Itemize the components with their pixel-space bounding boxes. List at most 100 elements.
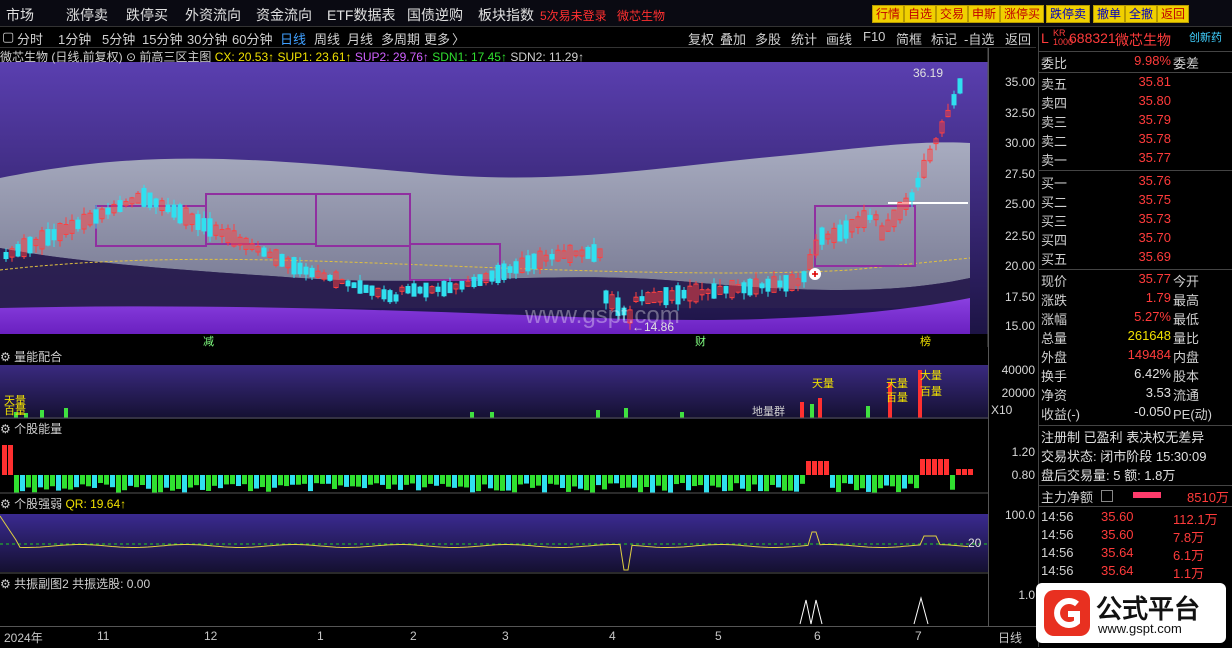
stat-row[interactable]: 涨幅 5.27% 最低: [1041, 309, 1231, 328]
btn-limit-up-buy[interactable]: 涨停买: [1000, 5, 1045, 23]
stat-row[interactable]: 总量 261648 量比: [1041, 328, 1231, 347]
menu-sector-index[interactable]: 板块指数: [478, 5, 534, 25]
info-icon[interactable]: [1101, 490, 1113, 502]
volume-panel[interactable]: ⚙ 量能配合 天量 百量 天量 天量 百量 大量 百量 地量群: [0, 347, 988, 419]
value: 35.81: [1138, 74, 1171, 89]
strength-panel[interactable]: ⚙ 个股强弱 QR: 19.64↑ 20: [0, 494, 988, 574]
energy-bar: [542, 475, 547, 493]
energy-bar: [830, 475, 835, 488]
energy-bar: [920, 459, 925, 475]
candle-body: [759, 283, 765, 289]
panel-title: 个股强弱: [14, 497, 63, 511]
energy-bar: [452, 475, 457, 488]
period-tab[interactable]: 周线: [314, 29, 340, 48]
menu-foreign-flow[interactable]: 外资流向: [185, 5, 241, 25]
menu-repo[interactable]: 国债逆购: [407, 5, 463, 25]
stat-row[interactable]: 净资 3.53 流通: [1041, 385, 1231, 404]
stat-row[interactable]: 收益(-) -0.050 PE(动): [1041, 404, 1231, 423]
label: 卖五: [1041, 77, 1068, 92]
tool-overlay[interactable]: 叠加: [720, 29, 746, 48]
buy-level-row[interactable]: 买一 35.76: [1041, 173, 1231, 192]
btn-apply[interactable]: 申斯: [968, 5, 1001, 23]
btn-trade[interactable]: 交易: [936, 5, 969, 23]
sell-level-row[interactable]: 卖三 35.79: [1041, 112, 1231, 131]
candle-body: [15, 244, 21, 257]
sell-level-row[interactable]: 卖二 35.78: [1041, 131, 1231, 150]
main-chart[interactable]: 微芯生物 (日线,前复权) ⊙ 前高三区主图 CX: 20.53↑ SUP1: …: [0, 48, 988, 348]
gear-icon[interactable]: ⚙: [0, 577, 14, 591]
indicator-selector[interactable]: ⊙ 前高三区主图: [126, 50, 211, 64]
period-tab[interactable]: 分时: [17, 29, 43, 48]
btn-return[interactable]: 返回: [1157, 5, 1190, 23]
btn-watchlist[interactable]: 自选: [904, 5, 937, 23]
energy-bar: [356, 475, 361, 487]
tool-mark[interactable]: 标记: [931, 29, 957, 48]
period-tab[interactable]: 月线: [347, 29, 373, 48]
btn-cancel-order[interactable]: 撤单: [1093, 5, 1126, 23]
btn-cancel-all[interactable]: 全撤: [1125, 5, 1158, 23]
candle-body: [369, 285, 375, 296]
energy-bar: [608, 475, 613, 484]
stat-row[interactable]: 外盘 149484 内盘: [1041, 347, 1231, 366]
energy-bar: [890, 475, 895, 487]
buy-level-row[interactable]: 买四 35.70: [1041, 230, 1231, 249]
chevron-right-icon[interactable]: 〉: [452, 29, 465, 48]
menu-fund-flow[interactable]: 资金流向: [256, 5, 312, 25]
period-tab[interactable]: 60分钟: [232, 29, 272, 48]
period-more[interactable]: 更多: [424, 29, 450, 48]
candle-body: [207, 218, 213, 237]
gear-icon[interactable]: ⚙: [0, 497, 14, 511]
period-tab[interactable]: 1分钟: [58, 29, 91, 48]
tool-draw[interactable]: 画线: [826, 29, 852, 48]
value: 3.53: [1145, 385, 1171, 400]
sector-tag[interactable]: 创新药: [1189, 29, 1222, 45]
volume-bar: [800, 402, 804, 418]
energy-panel[interactable]: ⚙ 个股能量: [0, 419, 988, 494]
period-tab[interactable]: 多周期: [381, 29, 420, 48]
sell-level-row[interactable]: 卖四 35.80: [1041, 93, 1231, 112]
stat-row[interactable]: 换手 6.42% 股本: [1041, 366, 1231, 385]
resonance-panel[interactable]: ⚙ 共振副图2 共振选股: 0.00: [0, 574, 988, 626]
tool-stats[interactable]: 统计: [791, 29, 817, 48]
stat-row[interactable]: 涨跌 1.79 最高: [1041, 290, 1231, 309]
energy-bar: [2, 445, 7, 475]
candle-body: [711, 283, 717, 299]
candle-body: [171, 204, 177, 218]
btn-limit-down-sell[interactable]: 跌停卖: [1046, 5, 1091, 23]
energy-bar: [524, 475, 529, 484]
period-tab[interactable]: 15分钟: [142, 29, 182, 48]
tool-return[interactable]: 返回: [1005, 29, 1031, 48]
buy-level-row[interactable]: 买三 35.73: [1041, 211, 1231, 230]
value: 261648: [1127, 328, 1171, 343]
menu-limit-up-sell[interactable]: 涨停卖: [66, 5, 108, 25]
period-tab[interactable]: 5分钟: [102, 29, 135, 48]
menu-etf-table[interactable]: ETF数据表: [327, 5, 395, 25]
gear-icon[interactable]: ⚙: [0, 422, 14, 436]
buy-level-row[interactable]: 买五 35.69: [1041, 249, 1231, 268]
label: 买五: [1041, 252, 1068, 267]
sell-level-row[interactable]: 卖五 35.81: [1041, 74, 1231, 93]
gear-icon[interactable]: ⚙: [0, 350, 14, 364]
tool-adjust[interactable]: 复权: [688, 29, 714, 48]
energy-bar: [284, 475, 289, 487]
tool-multi[interactable]: 多股: [755, 29, 781, 48]
period-tag[interactable]: 日线: [998, 629, 1022, 646]
stat-row[interactable]: 现价 35.77 今开: [1041, 271, 1231, 290]
buy-level-row[interactable]: 买二 35.75: [1041, 192, 1231, 211]
sell-level-row[interactable]: 卖一 35.77: [1041, 150, 1231, 169]
tool-f10[interactable]: F10: [863, 29, 885, 44]
tool-frame[interactable]: 简框: [896, 29, 922, 48]
energy-bar: [632, 475, 637, 488]
menu-limit-down-buy[interactable]: 跌停买: [126, 5, 168, 25]
tool-remove-watch[interactable]: -自选: [964, 29, 994, 48]
btn-quote[interactable]: 行情: [872, 5, 905, 23]
label: 现价: [1041, 274, 1068, 289]
menu-market[interactable]: 市场: [6, 5, 34, 25]
candle-body: [291, 257, 297, 275]
energy-bar: [260, 475, 265, 488]
energy-bar: [434, 475, 439, 486]
period-tab[interactable]: 30分钟: [187, 29, 227, 48]
axis-label: 7: [915, 629, 922, 643]
period-tab-selected[interactable]: 日线: [280, 29, 306, 48]
menu-stock-name: 微芯生物: [617, 9, 666, 23]
